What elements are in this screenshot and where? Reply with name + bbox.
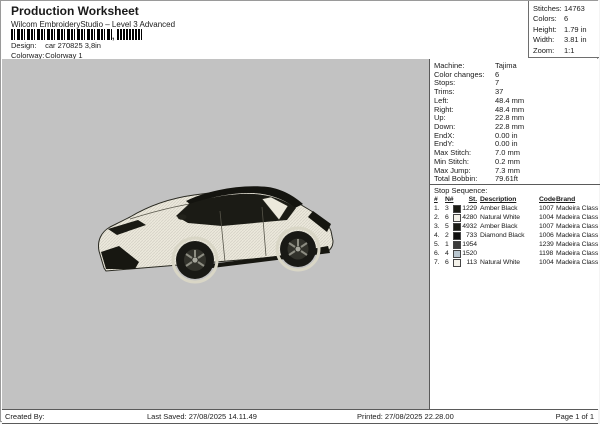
machine-value: 48.4 mm xyxy=(495,95,525,105)
machine-label: Max Stitch: xyxy=(434,148,472,158)
machine-label: Stops: xyxy=(434,78,456,88)
machine-label: Color changes: xyxy=(434,69,485,79)
machine-settings-panel: Machine: Tajima Color changes: 6 Stops: 7 T… xyxy=(429,59,600,409)
stop-sequence-table: # N# St. Description Code Brand 1. 3 1229 A… xyxy=(434,195,598,267)
machine-label: EndX: xyxy=(434,130,455,140)
col-header-num: # xyxy=(434,196,438,203)
worksheet-page: Production Worksheet Wilcom EmbroiderySt… xyxy=(0,0,600,424)
machine-value: Tajima xyxy=(495,61,517,70)
machine-value: 0.2 mm xyxy=(495,156,521,166)
machine-value: 7.3 mm xyxy=(495,165,521,175)
table-row: 1.31229Amber Black1007Madeira Classic 40 xyxy=(434,204,598,213)
barcode-bars xyxy=(116,29,142,40)
printed-text: Printed: 27/08/2025 22.28.00 xyxy=(357,412,454,421)
machine-value: 0.00 in xyxy=(495,139,518,149)
page-title: Production Worksheet xyxy=(11,4,139,18)
design-stats-box: Stitches: 14763 Colors: 6 Height: 1.79 in W… xyxy=(528,1,599,58)
stat-label: Zoom: xyxy=(533,45,555,55)
thread-color-swatch xyxy=(453,222,461,231)
col-header-stitches: St. xyxy=(468,196,477,203)
stat-value: 6 xyxy=(564,14,569,24)
stat-label: Height: xyxy=(533,24,557,34)
thread-color-swatch xyxy=(453,240,461,249)
footer-bar: Created By: Last Saved: 27/08/2025 14.11… xyxy=(2,409,598,424)
machine-value: 0.00 in xyxy=(495,130,518,140)
table-row: 5.119541239Madeira Classic 40 xyxy=(434,240,598,249)
machine-label: Machine: xyxy=(434,61,465,70)
thread-color-swatch xyxy=(453,258,461,267)
machine-label: Right: xyxy=(434,104,454,114)
col-header-description: Description xyxy=(480,196,517,203)
machine-label: Down: xyxy=(434,122,456,132)
design-barcode: , xyxy=(11,29,142,41)
stat-value: 1.79 in xyxy=(564,24,587,34)
thread-color-swatch xyxy=(453,231,461,240)
stat-value: 1:1 xyxy=(564,45,575,55)
machine-value: 48.4 mm xyxy=(495,104,525,114)
col-header-code: Code xyxy=(539,196,556,203)
design-row: Design: car 270825 3,8in xyxy=(11,41,101,50)
machine-label: Trims: xyxy=(434,87,455,97)
table-header-row: # N# St. Description Code Brand xyxy=(434,195,598,204)
table-row: 6.415201198Madeira Classic 40 xyxy=(434,249,598,258)
table-row: 4.2733Diamond Black1006Madeira Classic 4… xyxy=(434,231,598,240)
machine-value: 6 xyxy=(495,69,500,79)
machine-value: 37 xyxy=(495,87,504,97)
stop-sequence-title: Stop Sequence: xyxy=(434,186,488,195)
page-number: Page 1 of 1 xyxy=(555,412,594,421)
embroidery-car-design xyxy=(98,186,334,284)
rear-wheel xyxy=(280,231,316,267)
barcode-separator: , xyxy=(112,31,115,41)
stat-label: Width: xyxy=(533,35,555,45)
machine-settings-list: Machine: Tajima Color changes: 6 Stops: 7 T… xyxy=(434,61,596,183)
machine-label: Total Bobbin: xyxy=(434,174,478,184)
table-row: 3.54932Amber Black1007Madeira Classic 40 xyxy=(434,222,598,231)
col-header-brand: Brand xyxy=(556,196,576,203)
machine-label: EndY: xyxy=(434,139,455,149)
front-wheel xyxy=(176,241,214,279)
thread-color-swatch xyxy=(453,213,461,222)
stat-label: Colors: xyxy=(533,14,557,24)
app-subtitle: Wilcom EmbroideryStudio – Level 3 Advanc… xyxy=(11,20,176,29)
machine-label: Up: xyxy=(434,113,446,123)
machine-label: Min Stitch: xyxy=(434,156,470,166)
stat-value: 3.81 in xyxy=(564,35,587,45)
created-by-label: Created By: xyxy=(5,412,45,421)
table-row: 7.6113Natural White1004Madeira Classic 4… xyxy=(434,258,598,267)
machine-value: 22.8 mm xyxy=(495,122,525,132)
machine-label: Left: xyxy=(434,95,449,105)
table-row: 2.64280Natural White1004Madeira Classic … xyxy=(434,213,598,222)
machine-label: Max Jump: xyxy=(434,165,471,175)
design-canvas xyxy=(2,59,429,409)
stat-label: Stitches: xyxy=(533,4,562,13)
thread-color-swatch xyxy=(453,204,461,213)
last-saved-text: Last Saved: 27/08/2025 14.11.49 xyxy=(147,412,257,421)
barcode-bars xyxy=(11,29,112,40)
machine-value: 7.0 mm xyxy=(495,148,521,158)
design-value: car 270825 3,8in xyxy=(45,41,101,50)
stat-value: 14763 xyxy=(564,4,585,13)
machine-value: 79.61ft xyxy=(495,174,518,184)
col-header-needle: N# xyxy=(445,196,454,203)
panel-divider xyxy=(430,184,600,185)
machine-value: 22.8 mm xyxy=(495,113,525,123)
design-label: Design: xyxy=(11,41,37,50)
thread-color-swatch xyxy=(453,249,461,258)
machine-value: 7 xyxy=(495,78,500,88)
